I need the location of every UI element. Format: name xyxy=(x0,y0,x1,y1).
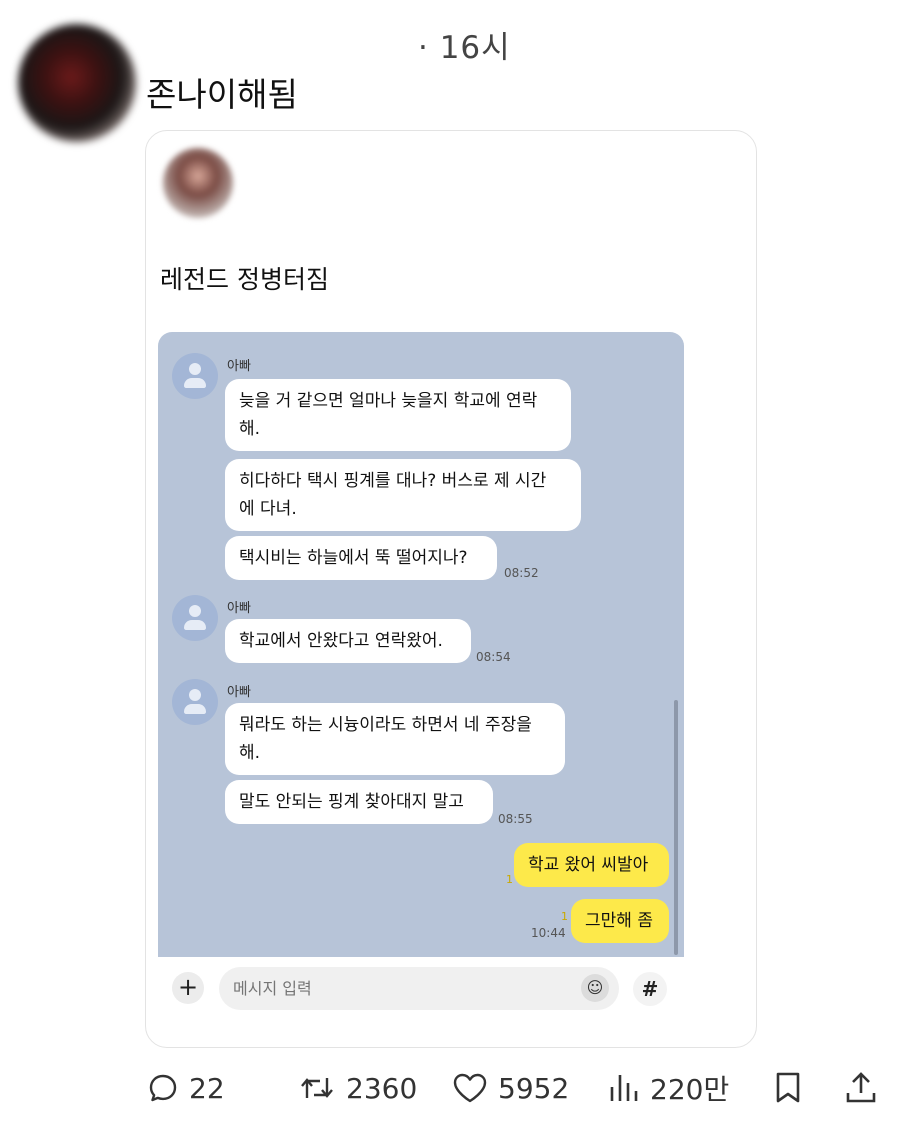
hash-button[interactable]: # xyxy=(633,972,667,1006)
like-button[interactable]: 5952 xyxy=(452,1060,569,1116)
reply-button[interactable]: 22 xyxy=(147,1060,225,1116)
views-count: 220만 xyxy=(650,1073,730,1106)
message-bubble: 학교에서 안왔다고 연락왔어. xyxy=(225,619,471,663)
message-bubble: 히다하다 택시 핑계를 대나? 버스로 제 시간 에 다녀. xyxy=(225,459,581,531)
unread-count: 1 xyxy=(506,873,513,886)
message-bubble: 택시비는 하늘에서 뚝 떨어지나? xyxy=(225,536,497,580)
sender-name: 아빠 xyxy=(227,685,251,700)
message-time: 10:44 xyxy=(531,926,566,940)
emoji-icon[interactable]: ☺ xyxy=(581,974,609,1002)
message-bubble: 말도 안되는 핑계 찾아대지 말고 xyxy=(225,780,493,824)
my-message-bubble: 그만해 좀 xyxy=(571,899,669,943)
sender-name: 아빠 xyxy=(227,601,251,616)
repost-count: 2360 xyxy=(346,1071,418,1105)
sender-name: 아빠 xyxy=(227,359,251,374)
sender-avatar xyxy=(172,353,218,399)
message-bubble: 늦을 거 같으면 얼마나 늦을지 학교에 연락 해. xyxy=(225,379,571,451)
heart-icon xyxy=(452,1072,488,1104)
plus-button[interactable]: + xyxy=(172,972,204,1004)
my-message-bubble: 학교 왔어 씨발아 xyxy=(514,843,669,887)
share-button[interactable] xyxy=(844,1060,878,1116)
message-time: 08:55 xyxy=(498,812,533,826)
post-username[interactable]: 존나이해됨 xyxy=(146,68,298,116)
message-bubble: 뭐라도 하는 시늉이라도 하면서 네 주장을 해. xyxy=(225,703,565,775)
embedded-post-title: 레전드 정병터짐 xyxy=(160,265,329,294)
reply-count: 22 xyxy=(189,1071,225,1105)
profile-avatar[interactable] xyxy=(18,24,136,142)
bookmark-button[interactable] xyxy=(773,1060,803,1116)
bookmark-icon xyxy=(773,1071,803,1105)
chat-scrollbar xyxy=(674,700,678,955)
post-action-bar: 22 2360 5952 220만 xyxy=(0,1060,900,1120)
views-button[interactable]: 220만 xyxy=(608,1060,729,1116)
like-count: 5952 xyxy=(498,1071,570,1105)
share-icon xyxy=(844,1071,878,1105)
sender-avatar xyxy=(172,595,218,641)
embedded-post-avatar xyxy=(163,148,233,218)
message-time: 08:52 xyxy=(504,566,539,580)
post-time: · 16시 xyxy=(418,30,511,66)
unread-count: 1 xyxy=(561,910,568,923)
views-icon xyxy=(608,1071,640,1105)
repost-icon xyxy=(298,1072,336,1104)
reply-icon xyxy=(147,1072,179,1104)
message-input[interactable] xyxy=(219,967,619,1010)
message-time: 08:54 xyxy=(476,650,511,664)
sender-avatar xyxy=(172,679,218,725)
repost-button[interactable]: 2360 xyxy=(298,1060,417,1116)
